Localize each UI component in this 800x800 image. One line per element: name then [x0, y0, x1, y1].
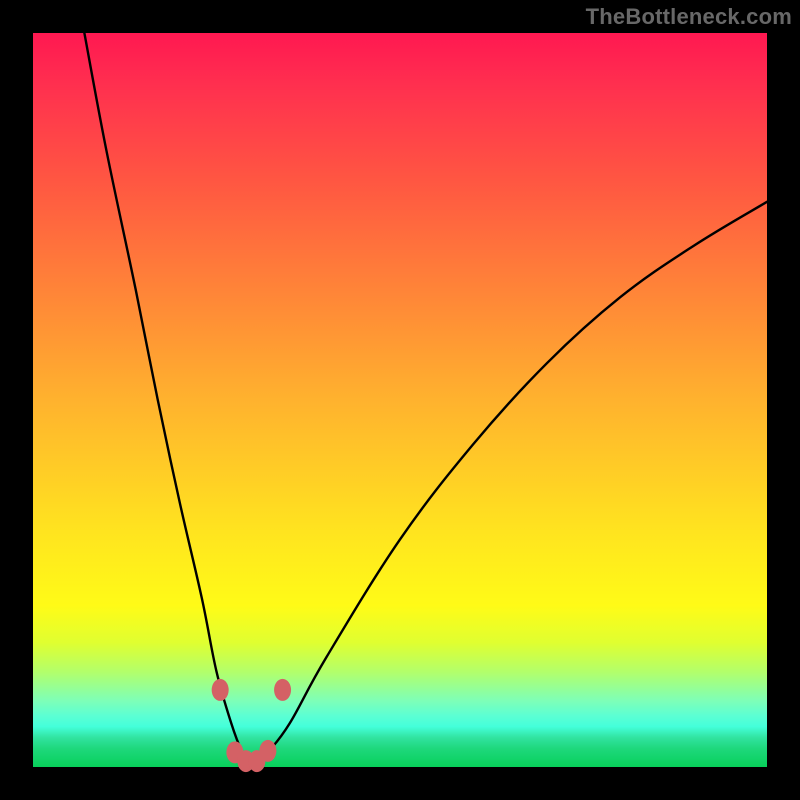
curve-marker	[259, 740, 276, 762]
chart-frame: TheBottleneck.com	[0, 0, 800, 800]
curve-markers	[212, 679, 291, 772]
chart-svg	[33, 33, 767, 767]
watermark-text: TheBottleneck.com	[586, 4, 792, 30]
curve-marker	[212, 679, 229, 701]
bottleneck-curve	[84, 33, 767, 765]
curve-marker	[274, 679, 291, 701]
chart-plot-area	[33, 33, 767, 767]
